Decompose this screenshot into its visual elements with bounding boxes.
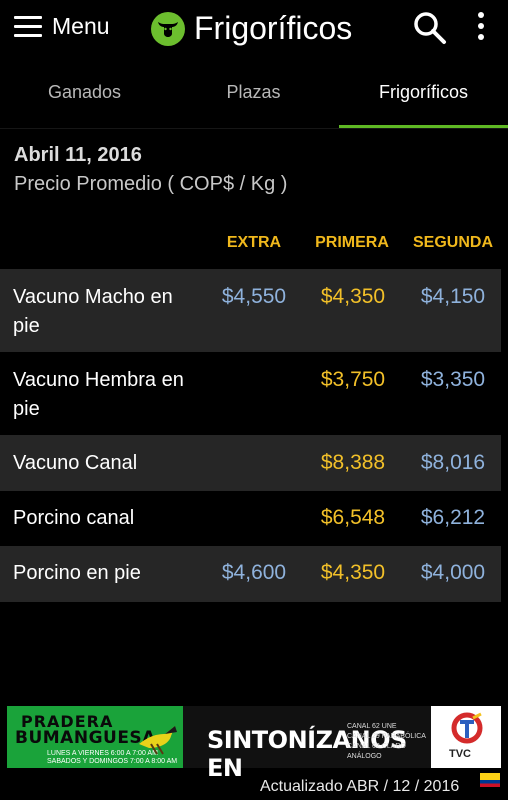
price-primera: $4,350 — [320, 285, 386, 308]
price-segunda: $8,016 — [420, 451, 486, 474]
price-primera: $4,350 — [320, 561, 386, 584]
price-primera: $3,750 — [320, 368, 386, 391]
ad-sintonizanos-panel: SINTONÍZANOS EN CANAL 62 UNE CANAL 29 PA… — [183, 706, 431, 782]
ad-mid-channels: CANAL 62 UNE CANAL 29 PARABÓLICA CANAL 6… — [347, 722, 431, 762]
colombia-flag-icon — [480, 773, 500, 787]
search-icon[interactable] — [412, 10, 448, 46]
price-row: Porcino en pie $4,600 $4,350 $4,000 — [0, 546, 501, 602]
row-name: Porcino en pie — [13, 562, 141, 584]
ad-channel-3: CANAL 62 CLARO ANÁLOGO — [347, 743, 406, 760]
price-primera: $8,388 — [320, 451, 386, 474]
price-extra: $4,600 — [221, 561, 287, 584]
app-bar: Menu Frigoríficos — [0, 0, 508, 56]
column-header-primera: PRIMERA — [315, 234, 389, 251]
hamburger-icon[interactable] — [14, 16, 42, 38]
tab-plazas[interactable]: Plazas — [169, 58, 338, 126]
row-name: Vacuno Canal — [13, 452, 138, 474]
price-row: Vacuno Macho en pie $4,550 $4,350 $4,150 — [0, 269, 501, 352]
tab-ganados[interactable]: Ganados — [0, 58, 169, 126]
tab-frigorificos[interactable]: Frigoríficos — [339, 58, 508, 126]
active-tab-indicator — [339, 125, 508, 128]
ad-channel-2: CANAL 29 PARABÓLICA — [347, 733, 426, 740]
price-segunda: $6,212 — [420, 506, 486, 529]
price-extra: $4,550 — [221, 285, 287, 308]
price-row: Vacuno Hembra en pie $3,750 $3,350 — [0, 352, 501, 435]
price-primera: $6,548 — [320, 506, 386, 529]
app-title: Frigoríficos — [194, 10, 353, 46]
tab-bar: Ganados Plazas Frigoríficos — [0, 58, 508, 129]
price-segunda: $4,000 — [420, 561, 486, 584]
price-segunda: $3,350 — [420, 368, 486, 391]
column-header-extra: EXTRA — [226, 234, 282, 251]
ad-banner[interactable]: PRADERA BUMANGUESA LUNES A VIERNES 6:00 … — [7, 706, 501, 782]
ad-pradera-panel: PRADERA BUMANGUESA LUNES A VIERNES 6:00 … — [7, 706, 183, 768]
price-row: Vacuno Canal $8,388 $8,016 — [0, 435, 501, 491]
ad-channel-1: CANAL 62 UNE — [347, 723, 397, 730]
row-name: Porcino canal — [13, 507, 135, 529]
tvc-logo-icon — [451, 712, 483, 744]
price-row: Porcino canal $6,548 $6,212 — [0, 491, 501, 546]
bull-logo-icon — [151, 12, 185, 46]
price-segunda: $4,150 — [420, 285, 486, 308]
report-date: Abril 11, 2016 — [14, 144, 142, 166]
ad-tvc-label: TVC — [449, 748, 471, 760]
ad-tvc-panel: TVC — [431, 706, 501, 768]
more-vert-icon[interactable] — [474, 12, 488, 46]
bird-icon — [139, 726, 177, 755]
row-name: Vacuno Hembra en pie — [13, 369, 184, 420]
row-name: Vacuno Macho en pie — [13, 286, 173, 337]
updated-timestamp: Actualizado ABR / 12 / 2016 — [260, 778, 460, 795]
menu-label[interactable]: Menu — [52, 13, 110, 40]
column-header-segunda: SEGUNDA — [412, 234, 493, 251]
price-subtitle: Precio Promedio ( COP$ / Kg ) — [14, 173, 288, 195]
